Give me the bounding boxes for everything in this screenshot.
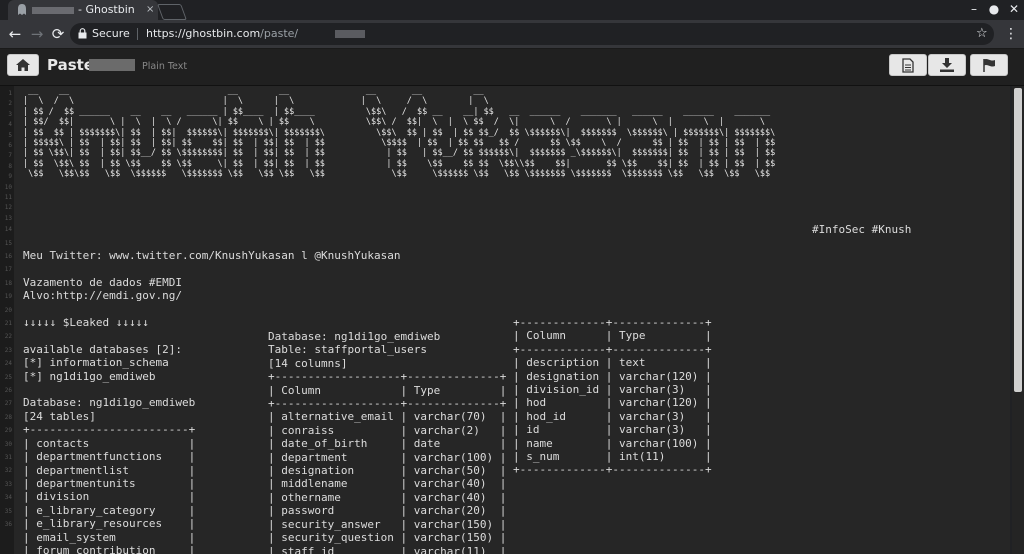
page-title: Paste <box>47 56 94 74</box>
tab-title: - Ghostbin <box>78 3 135 16</box>
line-number: 14 <box>4 226 12 234</box>
ghostbin-favicon-icon <box>18 4 26 15</box>
line-number: 20 <box>4 306 12 314</box>
line-number: 11 <box>4 194 12 201</box>
line-number: 19 <box>4 293 12 301</box>
line-number: 12 <box>4 204 12 212</box>
download-button[interactable] <box>928 54 966 76</box>
line-number: 30 <box>4 440 12 448</box>
browser-menu-icon[interactable]: ⋮ <box>1003 24 1019 44</box>
line-number: 2 <box>8 100 12 108</box>
paste-header: Paste Plain Text <box>0 49 1024 86</box>
line-number: 23 <box>4 346 12 354</box>
browser-toolbar: ← → ⟳ Secure https://ghostbin.com/paste/… <box>0 20 1024 49</box>
line-number: 5 <box>8 131 12 139</box>
home-button[interactable] <box>7 54 39 76</box>
ascii-banner: __ __ __ __ __ __ __ | \ / \ | \ | \ | \… <box>23 86 776 180</box>
line-number: 16 <box>4 253 12 260</box>
line-number: 18 <box>4 279 12 287</box>
redacted-url-id <box>335 30 365 38</box>
line-number: 7 <box>8 152 12 160</box>
line-number: 13 <box>4 214 12 222</box>
browser-tab-bar: - Ghostbin × ● – ✕ <box>0 0 1024 20</box>
raw-text-button[interactable] <box>889 54 927 76</box>
document-icon <box>902 58 914 73</box>
address-separator <box>137 28 138 40</box>
syntax-label: Plain Text <box>142 61 188 72</box>
tab-close-icon[interactable]: × <box>146 0 154 20</box>
window-close-icon[interactable]: ✕ <box>1006 0 1022 20</box>
line-number: 21 <box>4 320 12 327</box>
new-tab-button[interactable] <box>157 4 187 20</box>
line-number: 6 <box>8 142 12 149</box>
home-icon <box>16 59 30 71</box>
bookmark-star-icon[interactable]: ☆ <box>976 23 988 45</box>
line-number: 8 <box>8 162 12 170</box>
staffportal-users-table: Database: ng1di1go_emdiweb Table: staffp… <box>268 330 507 554</box>
line-number: 15 <box>4 239 12 247</box>
redacted-tab-text <box>32 7 74 14</box>
url-host: https://ghostbin.com <box>146 27 261 40</box>
division-table: +-------------+--------------+ | Column … <box>513 316 712 477</box>
reload-icon[interactable]: ⟳ <box>49 24 67 44</box>
line-number: 25 <box>4 373 12 381</box>
line-number: 9 <box>8 173 12 181</box>
account-icon[interactable]: ● <box>986 0 1002 20</box>
line-number: 33 <box>4 480 12 488</box>
line-number: 4 <box>8 121 12 129</box>
hashtags: #InfoSec #Knush <box>812 223 912 236</box>
scrollbar-thumb[interactable] <box>1014 88 1022 392</box>
flag-icon <box>983 58 995 72</box>
download-icon <box>940 58 954 72</box>
line-number: 10 <box>4 183 12 191</box>
line-number: 17 <box>4 266 12 274</box>
secure-label: Secure <box>92 27 130 40</box>
line-number: 29 <box>4 427 12 435</box>
line-number: 28 <box>4 413 12 421</box>
paste-content: __ __ __ __ __ __ __ | \ / \ | \ | \ | \… <box>14 86 1010 554</box>
line-number: 34 <box>4 494 12 502</box>
minimize-icon[interactable]: – <box>966 0 982 20</box>
forward-icon[interactable]: → <box>28 24 46 44</box>
redacted-paste-id <box>89 59 135 71</box>
url-path: /paste/ <box>260 27 299 40</box>
line-number-gutter: 1 2 3 4 5 6 7 8 9 10 11 12 13 14 15 16 17 18 19 20 21 22 23 24 2… <box>0 86 14 554</box>
lock-icon <box>78 28 87 39</box>
address-bar[interactable]: Secure https://ghostbin.com/paste/ ☆ <box>70 23 994 45</box>
line-number: 31 <box>4 454 12 461</box>
line-number: 36 <box>4 521 12 528</box>
line-number: 27 <box>4 400 12 408</box>
line-number: 35 <box>4 507 12 515</box>
report-button[interactable] <box>970 54 1008 76</box>
line-number: 32 <box>4 467 12 475</box>
line-number: 26 <box>4 387 12 394</box>
line-number: 24 <box>4 360 12 368</box>
browser-tab[interactable]: - Ghostbin × <box>8 0 158 20</box>
line-number: 22 <box>4 333 12 341</box>
line-number: 1 <box>8 90 12 97</box>
url-text: https://ghostbin.com/paste/ <box>146 23 298 45</box>
back-icon[interactable]: ← <box>6 24 24 44</box>
line-number: 3 <box>8 110 12 118</box>
